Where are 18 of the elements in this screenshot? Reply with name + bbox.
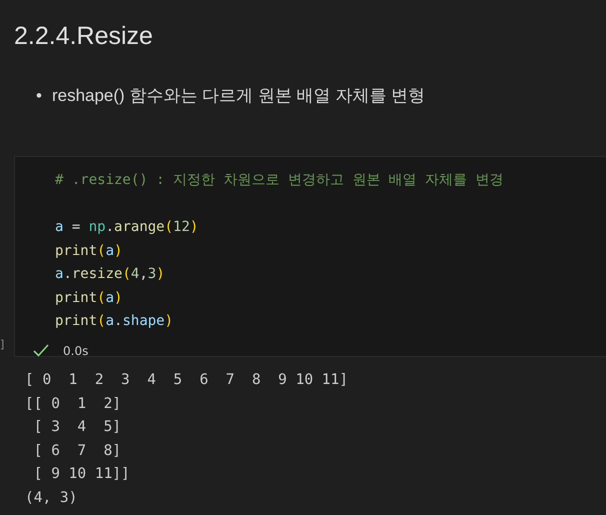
section-heading: 2.2.4.Resize — [13, 21, 154, 52]
bullet-marker: • — [36, 85, 42, 107]
code-line: print(a.shape) — [55, 313, 174, 329]
code-line: print(a) — [55, 242, 122, 258]
output-line: [ 6 7 8] — [32, 442, 122, 460]
output-line: [[ 0 1 2] — [25, 394, 122, 414]
code-line: # .resize() : 지정한 차원으로 변경하고 원본 배열 자체를 변경 — [55, 172, 504, 188]
bullet-text: reshape() 함수와는 다르게 원본 배열 자체를 변형 — [52, 85, 426, 107]
execution-count: ] — [0, 338, 4, 351]
code-line: a.resize(4,3) — [55, 266, 165, 282]
code-line: print(a) — [55, 290, 122, 306]
code-line: a = np.arange(12) — [55, 219, 198, 235]
execution-time: 0.0s — [63, 344, 88, 358]
output-line: [ 0 1 2 3 4 5 6 7 8 9 10 11] — [25, 371, 350, 390]
output-line: (4, 3) — [25, 488, 78, 508]
code-cell[interactable]: # .resize() : 지정한 차원으로 변경하고 원본 배열 자체를 변경 a = np.arange(12) print(a) a.resize(4,3) print(a) print(a.shape) 0.0s — [14, 156, 606, 357]
output-line: [ 3 4 5] — [32, 418, 122, 437]
output-line: [ 9 10 11]] — [32, 465, 131, 484]
